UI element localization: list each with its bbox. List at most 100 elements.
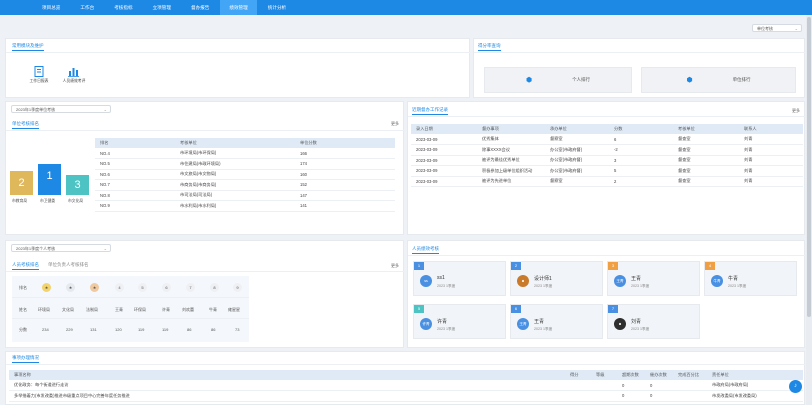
col-score: 单位分数 xyxy=(295,138,395,148)
common-modules-title: 常用模块及维护 xyxy=(12,43,44,51)
chevron-down-icon: ⌄ xyxy=(103,107,107,112)
nav-item-indicators[interactable]: 考核指标 xyxy=(105,0,141,15)
rank-score: 131 xyxy=(90,327,97,332)
cell: 6 xyxy=(609,134,673,145)
person-quarter-select[interactable]: 2023年1季度个人考核 ⌄ xyxy=(11,244,111,252)
bell-icon: ♪ xyxy=(794,383,797,389)
nav-item-workbench[interactable]: 工作台 xyxy=(71,0,103,15)
cell xyxy=(565,380,591,391)
col-unit: 考核单位 xyxy=(673,124,739,134)
medal-icon: ★ xyxy=(42,283,51,292)
col-org: 责任单位 xyxy=(707,370,803,380)
rank-name: 刘欢蕾 xyxy=(182,307,194,312)
nav-item-projects[interactable]: 立项管理 xyxy=(144,0,180,15)
person-card[interactable]: 6 王青 王青 2023 1季度 xyxy=(510,304,603,339)
col-rank: 排名 xyxy=(95,138,175,148)
personal-rank-label: 个人排行 xyxy=(572,77,591,82)
person-name: 设计师1 xyxy=(534,276,552,282)
report-icon xyxy=(34,66,44,77)
cell: 被评为先进单位 xyxy=(477,176,545,187)
col-overdue: 超期次数 xyxy=(617,370,645,380)
bar-chart-icon xyxy=(68,68,79,77)
col-item: 事项名称 xyxy=(9,370,565,380)
podium-name: 市卫健委 xyxy=(40,199,56,203)
cell: 多举措着力(市发改委)推进市级重点项目中心完善年度任务推进 xyxy=(9,390,565,402)
divider xyxy=(6,364,806,365)
avatar: ☻ xyxy=(517,275,529,287)
cell-rank: NO.6 xyxy=(95,169,175,180)
avatar: ss xyxy=(420,275,432,287)
col-score: 得分 xyxy=(565,370,591,380)
type-select-value: 单位考核 xyxy=(757,26,773,31)
cell: 办公室(市政府督) xyxy=(545,165,609,177)
cell: 2023-03-09 xyxy=(411,155,477,166)
cell xyxy=(673,390,707,402)
person-card[interactable]: 5 许青 许青 2023 1季度 xyxy=(413,304,506,339)
scrollbar-thumb[interactable] xyxy=(807,17,811,317)
unit-rank-label: 单位排行 xyxy=(732,77,751,82)
unit-rank-table: 排名 考核单位 单位分数 NO.4 市环境局(市环保局) 166 NO.5 市住建局(… xyxy=(95,138,395,212)
table-row: NO.5 市住建局(市政环境局) 174 xyxy=(95,158,395,170)
cell-rank: NO.8 xyxy=(95,190,175,201)
rank-num: 5 xyxy=(138,283,147,292)
nav-item-statistics[interactable]: 统计分析 xyxy=(259,0,295,15)
cell: 优秀集体 xyxy=(477,134,545,145)
person-card[interactable]: 7 ☻ 刘青 2023 1季度 xyxy=(607,304,700,339)
col-level: 等级 xyxy=(591,370,617,380)
tab-person-rank[interactable]: 人员考核排名 xyxy=(12,262,39,270)
performance-review-shortcut[interactable]: 人员绩效考评 xyxy=(58,66,90,84)
person-period: 2023 1季度 xyxy=(534,284,553,288)
daily-report-shortcut[interactable]: 工作日报表 xyxy=(28,66,50,84)
personal-rank-button[interactable]: ⬢ 个人排行 xyxy=(484,67,632,93)
cell-score: 166 xyxy=(295,148,395,159)
person-name: 王青 xyxy=(534,319,545,325)
top-nav: 项目总览 工作台 考核指标 立项管理 督办报告 绩效管理 统计分析 xyxy=(0,0,812,15)
cell-score: 152 xyxy=(295,179,395,191)
rank-num: 6 xyxy=(162,283,171,292)
divider xyxy=(474,52,806,53)
recent-work-more-link[interactable]: 更多 xyxy=(792,108,800,114)
type-select[interactable]: 单位考核 ⌄ xyxy=(752,24,802,32)
rank-score: 86 xyxy=(211,327,216,332)
table-row: 2023-03-09 除事XXXX会议 办公室(市政府督) -2 督查室 刘青 xyxy=(411,144,803,156)
podium-name: 市教育局 xyxy=(12,199,28,203)
person-period: 2023 1季度 xyxy=(728,284,747,288)
cell-unit: 市商务局(市商务局) xyxy=(175,179,295,191)
unit-rank-more-link[interactable]: 更多 xyxy=(391,121,399,127)
person-name: 王青 xyxy=(631,276,642,282)
avatar: 王青 xyxy=(614,275,626,287)
person-card[interactable]: 1 ss ss1 2023 1季度 xyxy=(413,261,506,296)
person-rank-more-link[interactable]: 更多 xyxy=(391,263,399,269)
tab-leader-rank[interactable]: 单位负责人考核排名 xyxy=(48,262,89,268)
divider xyxy=(408,255,806,256)
divider xyxy=(12,318,249,319)
podium-place: 3 xyxy=(74,179,81,191)
cell-unit: 市水利局(市水利局) xyxy=(175,200,295,212)
scrollbar-track[interactable] xyxy=(806,15,812,405)
chevron-down-icon: ⌄ xyxy=(794,26,798,31)
nav-item-reports[interactable]: 督办报告 xyxy=(182,0,218,15)
todo-panel: 事项办理情况 事项名称 得分 等级 超期次数 催办次数 完成百分比 责任单位 优… xyxy=(5,351,806,405)
col-date: 录入日期 xyxy=(411,124,477,134)
person-card[interactable]: 4 牛青 牛青 2023 1季度 xyxy=(704,261,797,296)
rank-num: 4 xyxy=(115,283,124,292)
table-row: NO.6 市文旅局(市文物局) 160 xyxy=(95,169,395,180)
rank-name: 文化局 xyxy=(62,307,74,312)
unit-rank-panel: 2023年1季度单位考核 ⌄ 单位考核排名 更多 2 1 3 市教育局 市卫健委… xyxy=(5,101,405,235)
cell: 督查室 xyxy=(673,144,739,156)
cell-rank: NO.7 xyxy=(95,179,175,191)
person-card[interactable]: 2 ☻ 设计师1 2023 1季度 xyxy=(510,261,603,296)
nav-item-performance[interactable]: 绩效管理 xyxy=(220,0,257,15)
person-card[interactable]: 3 王青 王青 2023 1季度 xyxy=(607,261,700,296)
cell: 2023-03-09 xyxy=(411,144,477,156)
cell-score: 160 xyxy=(295,169,395,180)
unit-rank-button[interactable]: ⬢ 单位排行 xyxy=(641,67,796,93)
rank-name: 王青 xyxy=(115,307,123,312)
col-unit: 考核单位 xyxy=(175,138,295,148)
help-float-button[interactable]: ♪ xyxy=(789,380,802,393)
person-rank-panel: 2023年1季度个人考核 ⌄ 人员考核排名 单位负责人考核排名 更多 排名 姓名… xyxy=(5,240,405,348)
nav-item-overview[interactable]: 项目总览 xyxy=(33,0,69,15)
rank-num: 7 xyxy=(186,283,195,292)
performance-review-label: 人员绩效考评 xyxy=(62,79,86,83)
unit-quarter-select[interactable]: 2023年1季度单位考核 ⌄ xyxy=(11,105,111,113)
